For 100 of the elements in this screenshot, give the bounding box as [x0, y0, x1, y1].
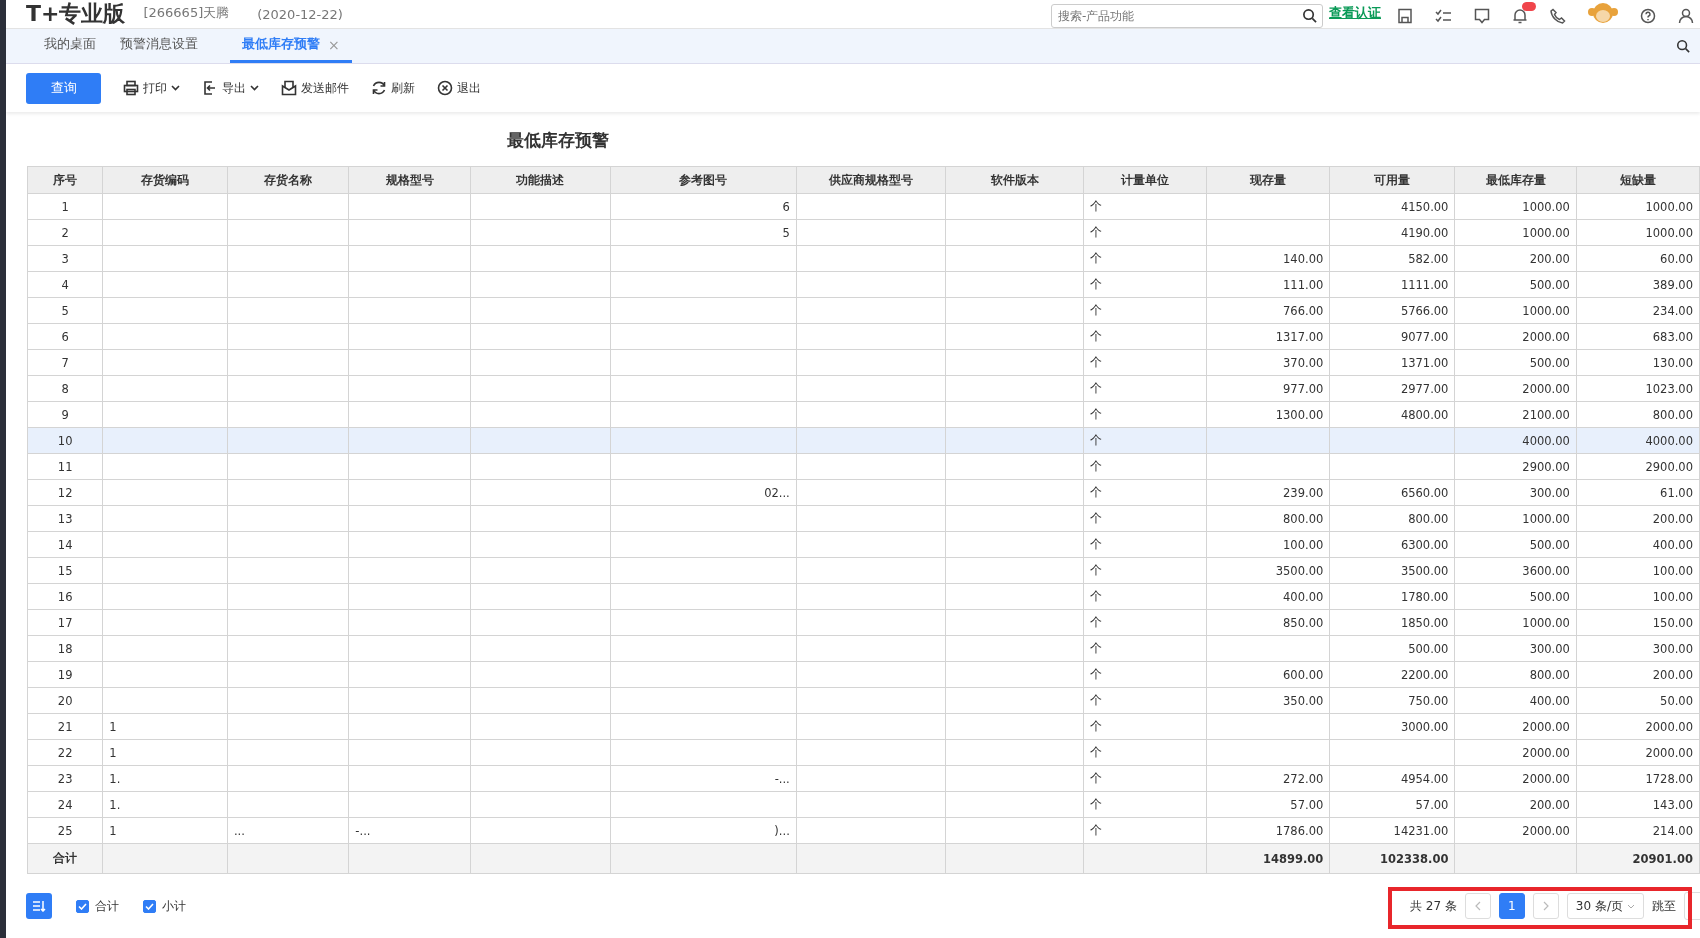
table-cell: 100.00	[1576, 583, 1700, 610]
table-cell: 25	[27, 817, 103, 844]
checkbox[interactable]	[143, 899, 156, 913]
table-cell: 1000.00	[1454, 297, 1577, 324]
table-cell: 200.00	[1576, 661, 1700, 688]
table-cell: 1786.00	[1206, 817, 1330, 844]
checklist-icon[interactable]	[1435, 8, 1452, 24]
phone-icon[interactable]	[1550, 8, 1566, 24]
table-cell: 个	[1083, 635, 1207, 662]
toolbar-button[interactable]: 导出	[202, 79, 259, 97]
table-cell: 400.00	[1206, 583, 1330, 610]
column-header: 计量单位	[1083, 166, 1207, 194]
table-cell: 1.	[102, 791, 228, 818]
tab[interactable]: 最低库存预警 ×	[230, 29, 352, 63]
table-cell: 个	[1083, 453, 1207, 480]
table-cell: 14231.00	[1329, 817, 1455, 844]
refresh-icon	[371, 80, 387, 96]
table-cell: 1000.00	[1576, 219, 1700, 246]
table-cell: 02...	[610, 479, 797, 506]
table-cell: 2000.00	[1454, 375, 1577, 402]
table-cell: 16	[27, 583, 103, 610]
toolbar-button[interactable]: 退出	[437, 79, 481, 97]
table-cell: 766.00	[1206, 297, 1330, 324]
caret-icon	[1627, 903, 1635, 909]
table-cell: 1.	[102, 765, 228, 792]
tab[interactable]: 我的桌面	[32, 29, 108, 63]
table-cell: -...	[610, 765, 797, 792]
table-cell: 977.00	[1206, 375, 1330, 402]
table-cell: 个	[1083, 219, 1207, 246]
bell-icon[interactable]	[1512, 8, 1528, 24]
date-label: (2020-12-22)	[257, 7, 343, 24]
settings-button[interactable]	[26, 893, 52, 919]
table-cell: 个	[1083, 271, 1207, 298]
table-cell: 61.00	[1576, 479, 1700, 506]
table-cell: 2000.00	[1454, 713, 1577, 740]
table-cell: 8	[27, 375, 103, 402]
table-cell: 400.00	[1576, 531, 1700, 558]
query-button[interactable]: 查询	[26, 72, 101, 104]
table-cell: 个	[1083, 193, 1207, 220]
toolbar-button[interactable]: 刷新	[371, 79, 415, 97]
table-cell: 2000.00	[1454, 765, 1577, 792]
toolbar-button[interactable]: 打印	[123, 79, 180, 97]
table-cell: 4000.00	[1576, 427, 1700, 454]
table-cell: 683.00	[1576, 323, 1700, 350]
app-logo: T+专业版	[26, 1, 126, 28]
table-cell: 2000.00	[1454, 323, 1577, 350]
table-cell: 18	[27, 635, 103, 662]
table-cell: 1000.00	[1576, 193, 1700, 220]
check-icon	[78, 902, 87, 910]
table-cell: 400.00	[1454, 687, 1577, 714]
table-cell: 300.00	[1454, 635, 1577, 662]
table-cell: 6560.00	[1329, 479, 1455, 506]
table-cell: 200.00	[1576, 505, 1700, 532]
table-cell: 4	[27, 271, 103, 298]
table-cell: 20	[27, 687, 103, 714]
verify-link[interactable]: 查看认证	[1329, 4, 1381, 22]
toolbar-button[interactable]: 发送邮件	[281, 79, 349, 97]
tab[interactable]: 预警消息设置	[108, 29, 210, 63]
table-cell: 4150.00	[1329, 193, 1455, 220]
close-circle-icon	[437, 80, 453, 96]
help-icon[interactable]	[1640, 8, 1656, 24]
table-cell: 370.00	[1206, 349, 1330, 376]
table-cell: 5	[27, 297, 103, 324]
checkbox[interactable]	[76, 899, 89, 913]
table-cell: 1000.00	[1454, 219, 1577, 246]
message-icon[interactable]	[1474, 8, 1490, 24]
table-cell: 100.00	[1576, 557, 1700, 584]
table-cell: 10	[27, 427, 103, 454]
table-cell: 1300.00	[1206, 401, 1330, 428]
table-cell: ...	[227, 817, 349, 844]
chevron-right-icon	[1542, 901, 1549, 911]
table-cell: 个	[1083, 765, 1207, 792]
table-cell: 1000.00	[1454, 609, 1577, 636]
save-icon[interactable]	[1397, 8, 1413, 24]
table-cell: 13	[27, 505, 103, 532]
column-header: 规格型号	[348, 166, 471, 194]
search-icon[interactable]	[1676, 39, 1690, 53]
table-cell: 21	[27, 713, 103, 740]
page-size-select[interactable]: 30 条/页	[1566, 893, 1644, 919]
table-cell: 个	[1083, 531, 1207, 558]
table-cell: 4954.00	[1329, 765, 1455, 792]
export-icon	[202, 80, 218, 96]
table-cell: 17	[27, 609, 103, 636]
search-field[interactable]: 搜索-产品功能	[1051, 4, 1323, 28]
column-header: 功能描述	[470, 166, 611, 194]
table-cell: 850.00	[1206, 609, 1330, 636]
table-cell: 15	[27, 557, 103, 584]
table-cell: 2	[27, 219, 103, 246]
table-cell: 200.00	[1454, 791, 1577, 818]
check-icon	[145, 902, 154, 910]
table-cell: 个	[1083, 609, 1207, 636]
page-button[interactable]: 1	[1498, 893, 1525, 919]
table-cell: 57.00	[1206, 791, 1330, 818]
chevron-left-icon	[1474, 901, 1481, 911]
user-icon[interactable]	[1678, 8, 1694, 24]
total-cell: 合计	[27, 843, 103, 874]
table-cell: 个	[1083, 739, 1207, 766]
column-header: 可用量	[1329, 166, 1455, 194]
table-cell: 2100.00	[1454, 401, 1577, 428]
table-cell: 1	[27, 193, 103, 220]
